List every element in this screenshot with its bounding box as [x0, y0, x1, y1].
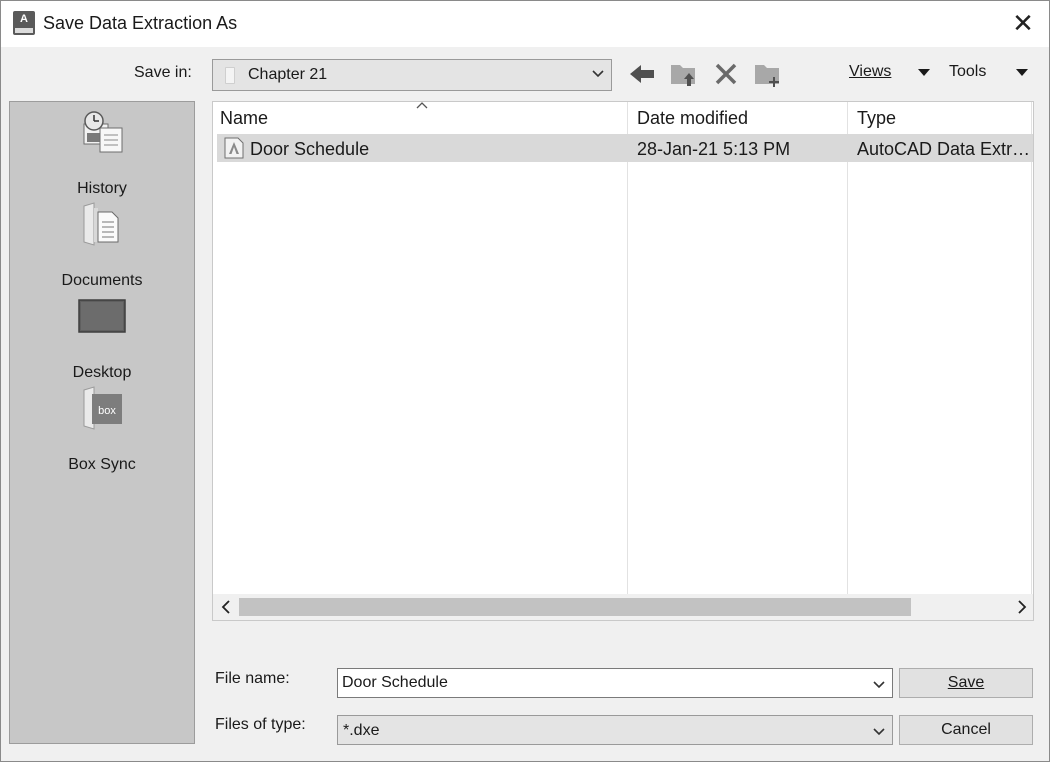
- save-button-label: Save: [947, 674, 985, 691]
- tools-menu[interactable]: Tools: [949, 63, 986, 81]
- folder-icon: [225, 67, 235, 84]
- column-divider: [1031, 102, 1032, 594]
- file-name-label: File name:: [215, 670, 290, 687]
- documents-icon: [83, 202, 119, 246]
- autocad-icon: A: [13, 11, 35, 35]
- svg-text:box: box: [98, 405, 116, 417]
- scrollbar-thumb[interactable]: [239, 598, 911, 616]
- scroll-right-icon[interactable]: [1013, 598, 1031, 616]
- file-name-cell: Door Schedule: [250, 139, 370, 159]
- chevron-down-icon: [873, 728, 885, 736]
- horizontal-scrollbar[interactable]: [213, 594, 1033, 620]
- file-name-combo[interactable]: [337, 668, 893, 698]
- save-button[interactable]: Save: [899, 668, 1033, 698]
- chevron-down-icon[interactable]: [872, 677, 886, 691]
- place-box-sync[interactable]: box Box Sync: [10, 386, 194, 474]
- views-menu[interactable]: Views: [849, 63, 891, 81]
- box-sync-icon: box: [83, 386, 122, 430]
- back-arrow-icon[interactable]: [627, 59, 657, 89]
- file-date-cell: 28-Jan-21 5:13 PM: [637, 139, 791, 159]
- files-of-type-dropdown[interactable]: *.dxe: [337, 715, 893, 745]
- place-label: Box Sync: [68, 456, 136, 473]
- column-divider: [627, 102, 628, 594]
- files-of-type-value: *.dxe: [343, 722, 380, 739]
- scroll-left-icon[interactable]: [217, 598, 235, 616]
- save-in-label: Save in:: [134, 64, 192, 81]
- column-header-type[interactable]: Type: [857, 108, 896, 129]
- save-in-value: Chapter 21: [248, 66, 328, 83]
- column-divider: [847, 102, 848, 594]
- column-header-date-modified[interactable]: Date modified: [637, 108, 748, 129]
- place-label: History: [77, 180, 127, 197]
- files-of-type-label: Files of type:: [215, 716, 306, 733]
- file-row[interactable]: Door Schedule 28-Jan-21 5:13 PM AutoCAD …: [217, 134, 1033, 162]
- title-bar: A Save Data Extraction As ✕: [1, 1, 1049, 47]
- desktop-icon: [78, 299, 126, 333]
- sort-ascending-icon: [416, 102, 428, 109]
- save-data-extraction-dialog: A Save Data Extraction As ✕ Save in: Cha…: [0, 0, 1050, 762]
- file-list: Name Date modified Type Door Schedule 28…: [212, 101, 1034, 621]
- places-sidebar: History Documents Desktop box Box Sync: [9, 101, 195, 744]
- chevron-down-icon: [592, 70, 604, 78]
- save-in-dropdown[interactable]: Chapter 21: [212, 59, 612, 91]
- place-label: Documents: [61, 272, 143, 289]
- file-type-cell: AutoCAD Data Extr…: [857, 139, 1031, 159]
- dxe-file-icon: [224, 137, 244, 159]
- place-documents[interactable]: Documents: [10, 202, 194, 290]
- delete-icon[interactable]: [711, 59, 741, 89]
- history-icon: [83, 111, 123, 153]
- up-folder-icon[interactable]: [669, 59, 699, 89]
- new-folder-icon[interactable]: [753, 59, 783, 89]
- window-title: Save Data Extraction As: [43, 13, 238, 33]
- file-name-input[interactable]: [342, 672, 862, 694]
- place-history[interactable]: History: [10, 110, 194, 198]
- tools-dropdown-icon[interactable]: [1015, 67, 1029, 77]
- cancel-button[interactable]: Cancel: [899, 715, 1033, 745]
- column-header-name[interactable]: Name: [220, 108, 268, 129]
- close-button[interactable]: ✕: [1005, 7, 1041, 41]
- place-desktop[interactable]: Desktop: [10, 294, 194, 382]
- place-label: Desktop: [72, 364, 132, 381]
- views-dropdown-icon[interactable]: [917, 67, 931, 77]
